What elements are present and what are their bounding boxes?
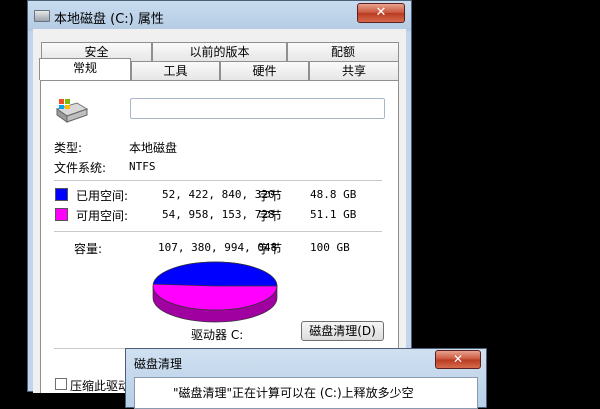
- capacity-gb: 100 GB: [310, 241, 350, 254]
- tab-previous-versions[interactable]: 以前的版本: [152, 42, 287, 61]
- used-space-label: 已用空间:: [76, 189, 129, 203]
- capacity-label: 容量:: [74, 242, 103, 256]
- divider: [54, 231, 382, 232]
- disk-cleanup-title: 磁盘清理: [134, 357, 183, 371]
- pie-used-slice: [152, 261, 278, 287]
- close-button[interactable]: ✕: [357, 3, 405, 23]
- window-title: 本地磁盘 (C:) 属性: [54, 12, 164, 27]
- filesystem-label: 文件系统:: [54, 161, 107, 175]
- capacity-unit: 字节: [258, 242, 283, 256]
- disk-cleanup-body: "磁盘清理"正在计算可以在 (C:)上释放多少空: [134, 377, 478, 409]
- drive-icon: [34, 10, 50, 22]
- tab-tools[interactable]: 工具: [131, 61, 220, 80]
- type-label: 类型:: [54, 141, 83, 155]
- used-space-gb: 48.8 GB: [310, 188, 357, 201]
- used-space-swatch: [55, 188, 68, 201]
- disk-cleanup-message: "磁盘清理"正在计算可以在 (C:)上释放多少空: [173, 386, 414, 400]
- free-space-label: 可用空间:: [76, 209, 129, 223]
- used-space-unit: 字节: [258, 189, 283, 203]
- tab-general[interactable]: 常规: [39, 58, 131, 80]
- disk-cleanup-button[interactable]: 磁盘清理(D): [301, 321, 384, 341]
- disk-cleanup-dialog: 磁盘清理 ✕ "磁盘清理"正在计算可以在 (C:)上释放多少空: [125, 348, 487, 409]
- drive-letter-label: 驱动器 C:: [191, 328, 244, 342]
- hard-drive-icon: [55, 99, 89, 123]
- disk-usage-pie: [152, 261, 278, 323]
- free-space-swatch: [55, 208, 68, 221]
- compress-drive-checkbox[interactable]: [55, 378, 67, 390]
- title-bar: 本地磁盘 (C:) 属性 ✕: [28, 1, 411, 31]
- filesystem-value: NTFS: [129, 160, 156, 173]
- free-space-gb: 51.1 GB: [310, 208, 357, 221]
- general-tab-content: [40, 80, 399, 393]
- tab-quota[interactable]: 配额: [287, 42, 399, 61]
- disk-cleanup-close-button[interactable]: ✕: [435, 350, 481, 369]
- tab-hardware[interactable]: 硬件: [220, 61, 309, 80]
- volume-name-input[interactable]: [130, 98, 385, 119]
- tab-sharing[interactable]: 共享: [309, 61, 399, 80]
- free-space-unit: 字节: [258, 209, 283, 223]
- type-value: 本地磁盘: [129, 141, 178, 155]
- compress-drive-label: 压缩此驱动: [70, 379, 131, 393]
- divider: [54, 180, 382, 181]
- properties-window: 本地磁盘 (C:) 属性 ✕ 安全 以前的版本 配额 常规 工具 硬件 共享 类…: [27, 0, 412, 393]
